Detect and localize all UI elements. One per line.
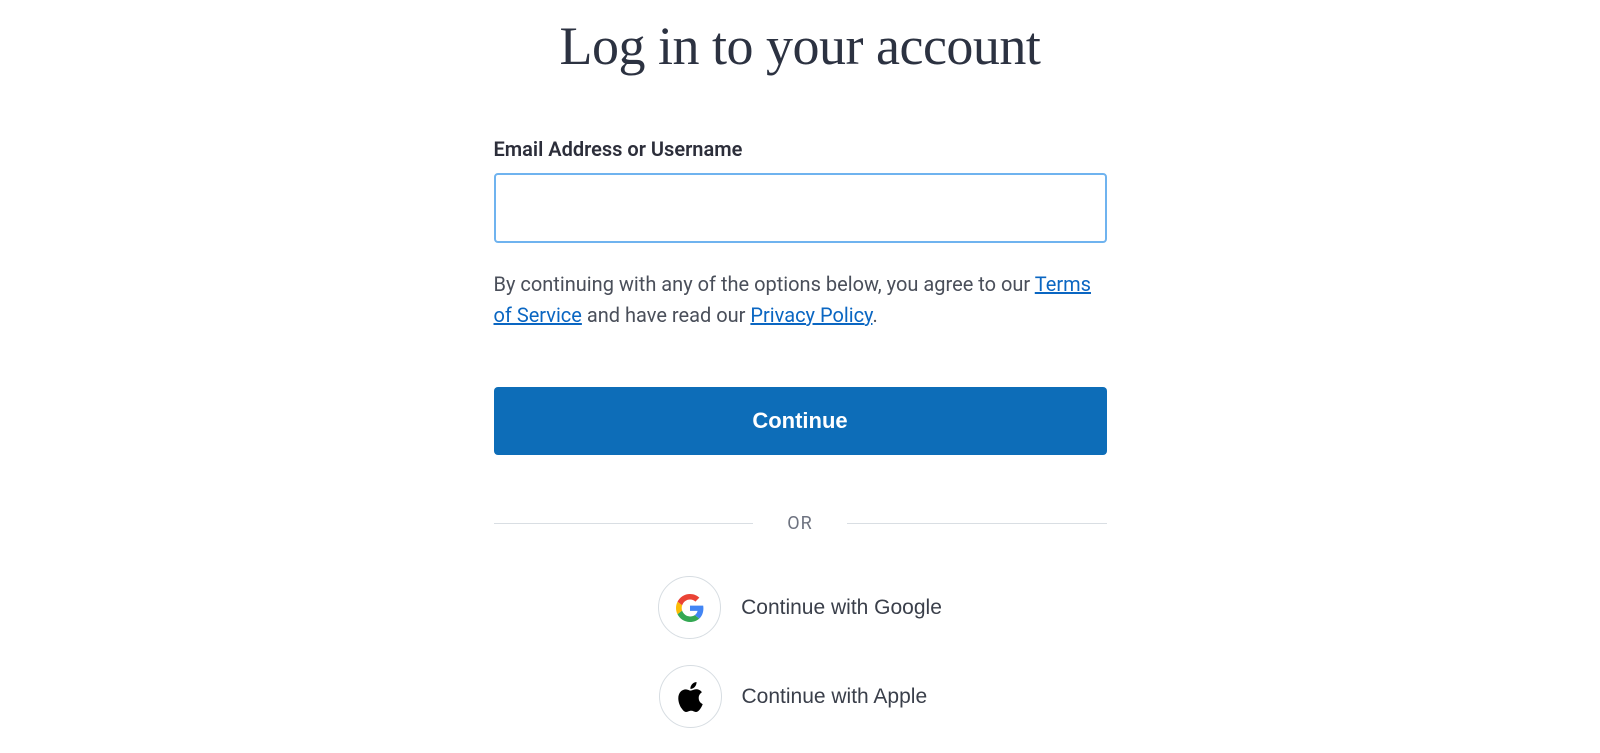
consent-text: By continuing with any of the options be… [494, 269, 1107, 331]
continue-with-google-button[interactable]: Continue with Google [658, 576, 942, 639]
consent-prefix: By continuing with any of the options be… [494, 272, 1035, 296]
divider-label: OR [753, 513, 846, 534]
privacy-policy-link[interactable]: Privacy Policy [750, 303, 872, 327]
divider-line-left [494, 523, 754, 524]
google-icon [658, 576, 721, 639]
apple-icon [659, 665, 722, 728]
divider: OR [494, 513, 1107, 534]
consent-middle: and have read our [582, 303, 751, 327]
consent-suffix: . [872, 303, 877, 327]
page-title: Log in to your account [494, 15, 1107, 77]
login-container: Log in to your account Email Address or … [494, 0, 1107, 753]
google-button-label: Continue with Google [741, 596, 942, 620]
divider-line-right [847, 523, 1107, 524]
email-input[interactable] [494, 173, 1107, 243]
continue-with-apple-button[interactable]: Continue with Apple [659, 665, 942, 728]
email-label: Email Address or Username [494, 137, 1107, 161]
apple-button-label: Continue with Apple [742, 685, 942, 709]
continue-button[interactable]: Continue [494, 387, 1107, 455]
